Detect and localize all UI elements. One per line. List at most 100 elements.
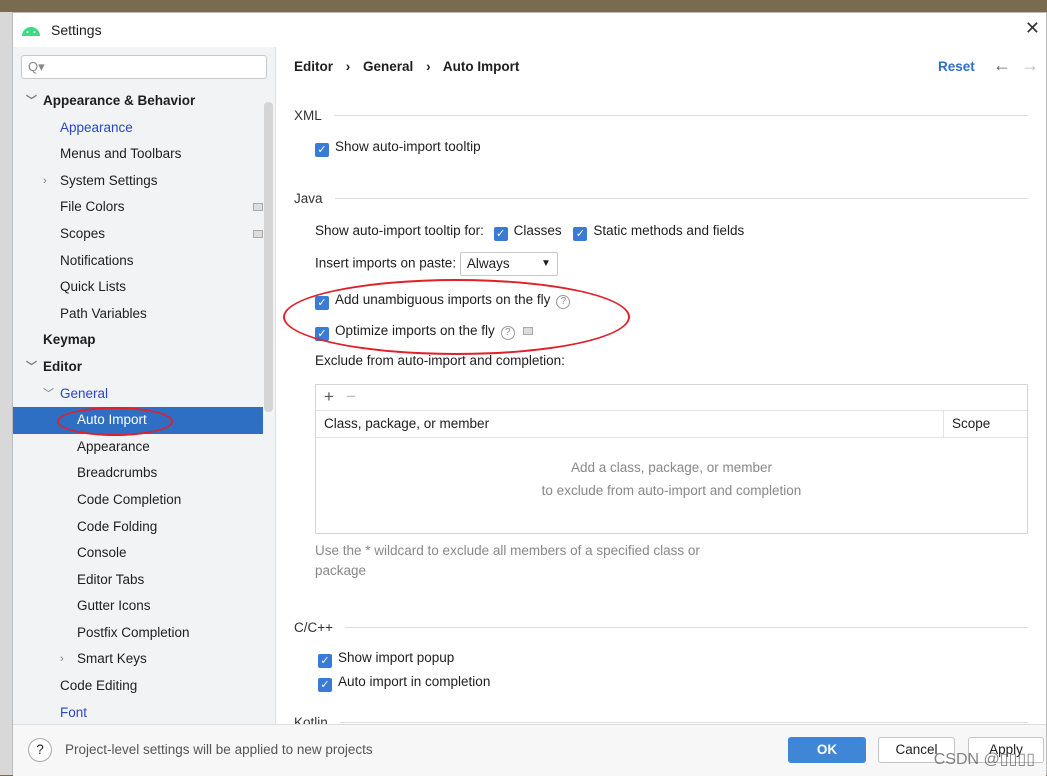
sidebar-item-postfix-completion[interactable]: Postfix Completion	[13, 620, 263, 647]
insert-imports-label: Insert imports on paste:	[315, 255, 457, 271]
sidebar-item-editor-tabs[interactable]: Editor Tabs	[13, 567, 263, 594]
sidebar-item-file-colors[interactable]: File Colors	[13, 194, 263, 221]
checkbox-label: Classes	[513, 223, 562, 238]
sidebar-item-code-folding[interactable]: Code Folding	[13, 514, 263, 541]
import-popup-checkbox[interactable]: ✓ Show import popup	[318, 650, 454, 668]
chevron-right-icon[interactable]: ›	[60, 646, 64, 673]
footer: ? Project-level settings will be applied…	[13, 724, 1046, 776]
checkbox-checked-icon: ✓	[315, 143, 329, 157]
insert-imports-row: Insert imports on paste: Always ▼	[315, 252, 558, 276]
annotation-circle	[283, 279, 630, 355]
sidebar-item-label: General	[60, 385, 109, 401]
empty-text[interactable]: Add a class, package, or member	[316, 456, 1027, 479]
sidebar-item-editor[interactable]: ﹀ Editor	[13, 354, 263, 381]
search-input[interactable]: Q▾	[21, 55, 267, 79]
add-icon[interactable]: +	[324, 387, 334, 406]
sidebar-item-label: Keymap	[43, 332, 96, 348]
sidebar-item-code-editing[interactable]: Code Editing	[13, 673, 263, 700]
sidebar-item-label: Editor	[43, 358, 82, 374]
sidebar-item-label: Notifications	[60, 252, 134, 268]
sidebar-item-appearance[interactable]: Appearance	[13, 434, 263, 461]
column-class[interactable]: Class, package, or member	[316, 416, 489, 431]
xml-tooltip-checkbox[interactable]: ✓ Show auto-import tooltip	[315, 139, 481, 157]
sidebar-item-label: Font	[60, 704, 88, 720]
sidebar-item-label: Appearance & Behavior	[43, 93, 196, 108]
select-value: Always	[466, 256, 510, 271]
chevron-down-icon[interactable]: ﹀	[43, 381, 54, 408]
sidebar-item-menus-and-toolbars[interactable]: Menus and Toolbars	[13, 141, 263, 168]
table-header: Class, package, or member Scope	[316, 411, 1027, 438]
checkbox-label: Show import popup	[338, 650, 455, 665]
wildcard-hint: Use the * wildcard to exclude all member…	[315, 541, 700, 581]
sidebar-item-label: Gutter Icons	[77, 598, 151, 614]
watermark: CSDN @▯▯▯▯	[933, 751, 1035, 768]
sidebar: Q▾ ﹀ Appearance & Behavior Appearance Menus…	[13, 47, 276, 724]
section-title: C/C++	[294, 620, 334, 635]
breadcrumb-auto-import: Auto Import	[442, 59, 520, 74]
chevron-down-icon: ▼	[540, 258, 551, 269]
background-window	[0, 12, 12, 775]
section-xml: XML	[294, 108, 1028, 123]
sidebar-item-label: Smart Keys	[77, 651, 147, 667]
sidebar-item-gutter-icons[interactable]: Gutter Icons	[13, 593, 263, 620]
static-methods-checkbox[interactable]: ✓ Static methods and fields	[573, 223, 745, 241]
close-icon[interactable]: ✕	[1025, 18, 1040, 39]
insert-imports-select[interactable]: Always ▼	[459, 252, 558, 276]
sidebar-item-keymap[interactable]: Keymap	[13, 327, 263, 354]
ok-button[interactable]: OK	[788, 737, 866, 763]
sidebar-item-font[interactable]: Font	[13, 700, 263, 724]
checkbox-checked-icon: ✓	[493, 227, 508, 241]
checkbox-label: Auto import in completion	[338, 674, 491, 689]
reset-link[interactable]: Reset	[938, 59, 975, 74]
sidebar-item-label: File Colors	[60, 199, 125, 215]
remove-icon[interactable]: −	[346, 387, 356, 406]
empty-state: Add a class, package, or member to exclud…	[316, 456, 1027, 502]
table-toolbar: + −	[316, 385, 1027, 411]
chevron-down-icon[interactable]: ﹀	[26, 354, 37, 381]
breadcrumb-editor[interactable]: Editor	[294, 59, 333, 74]
sidebar-item-quick-lists[interactable]: Quick Lists	[13, 274, 263, 301]
project-scope-icon	[253, 229, 263, 238]
sidebar-item-scopes[interactable]: Scopes	[13, 221, 263, 248]
sidebar-item-label: Appearance	[77, 438, 150, 454]
section-title: Java	[294, 191, 323, 206]
auto-import-completion-checkbox[interactable]: ✓ Auto import in completion	[318, 674, 490, 692]
checkbox-label: Show auto-import tooltip	[335, 139, 481, 154]
sidebar-item-appearance-behavior[interactable]: ﹀ Appearance & Behavior	[13, 88, 263, 115]
tooltip-for-row: Show auto-import tooltip for: ✓ Classes ✓…	[315, 223, 744, 241]
hint-text: package	[315, 563, 367, 578]
sidebar-item-console[interactable]: Console	[13, 540, 263, 567]
sidebar-item-general[interactable]: ﹀ General	[13, 381, 263, 408]
chevron-down-icon[interactable]: ﹀	[26, 88, 37, 115]
breadcrumb-sep: ›	[345, 59, 351, 74]
chevron-right-icon[interactable]: ›	[43, 168, 47, 195]
back-arrow-icon[interactable]: ←	[993, 55, 1011, 76]
section-title: XML	[294, 108, 322, 123]
sidebar-item-path-variables[interactable]: Path Variables	[13, 301, 263, 328]
sidebar-item-smart-keys[interactable]: › Smart Keys	[13, 646, 263, 673]
sidebar-item-appearance[interactable]: Appearance	[13, 115, 263, 142]
sidebar-item-label: Scopes	[60, 225, 106, 241]
annotation-circle	[57, 407, 173, 436]
forward-arrow-icon[interactable]: →	[1021, 55, 1039, 76]
sidebar-item-system-settings[interactable]: › System Settings	[13, 168, 263, 195]
help-button[interactable]: ?	[28, 738, 52, 762]
checkbox-label: Static methods and fields	[593, 223, 745, 238]
sidebar-item-breadcrumbs[interactable]: Breadcrumbs	[13, 460, 263, 487]
sidebar-item-label: Appearance	[60, 119, 133, 135]
checkbox-checked-icon: ✓	[318, 654, 332, 668]
classes-checkbox[interactable]: ✓ Classes	[493, 223, 562, 241]
empty-text: to exclude from auto-import and completi…	[541, 483, 802, 498]
sidebar-item-label: System Settings	[60, 172, 158, 188]
sidebar-item-label: Code Completion	[77, 491, 182, 507]
column-scope[interactable]: Scope	[943, 411, 990, 437]
sidebar-item-code-completion[interactable]: Code Completion	[13, 487, 263, 514]
sidebar-item-label: Path Variables	[60, 305, 147, 321]
hint-text: Use the * wildcard to exclude all member…	[315, 543, 700, 558]
sidebar-scrollbar[interactable]	[264, 102, 273, 412]
sidebar-item-notifications[interactable]: Notifications	[13, 248, 263, 275]
breadcrumb-general[interactable]: General	[363, 59, 413, 74]
sidebar-item-label: Code Editing	[60, 678, 138, 694]
window-title: Settings	[51, 22, 102, 38]
sidebar-item-label: Quick Lists	[60, 279, 127, 295]
